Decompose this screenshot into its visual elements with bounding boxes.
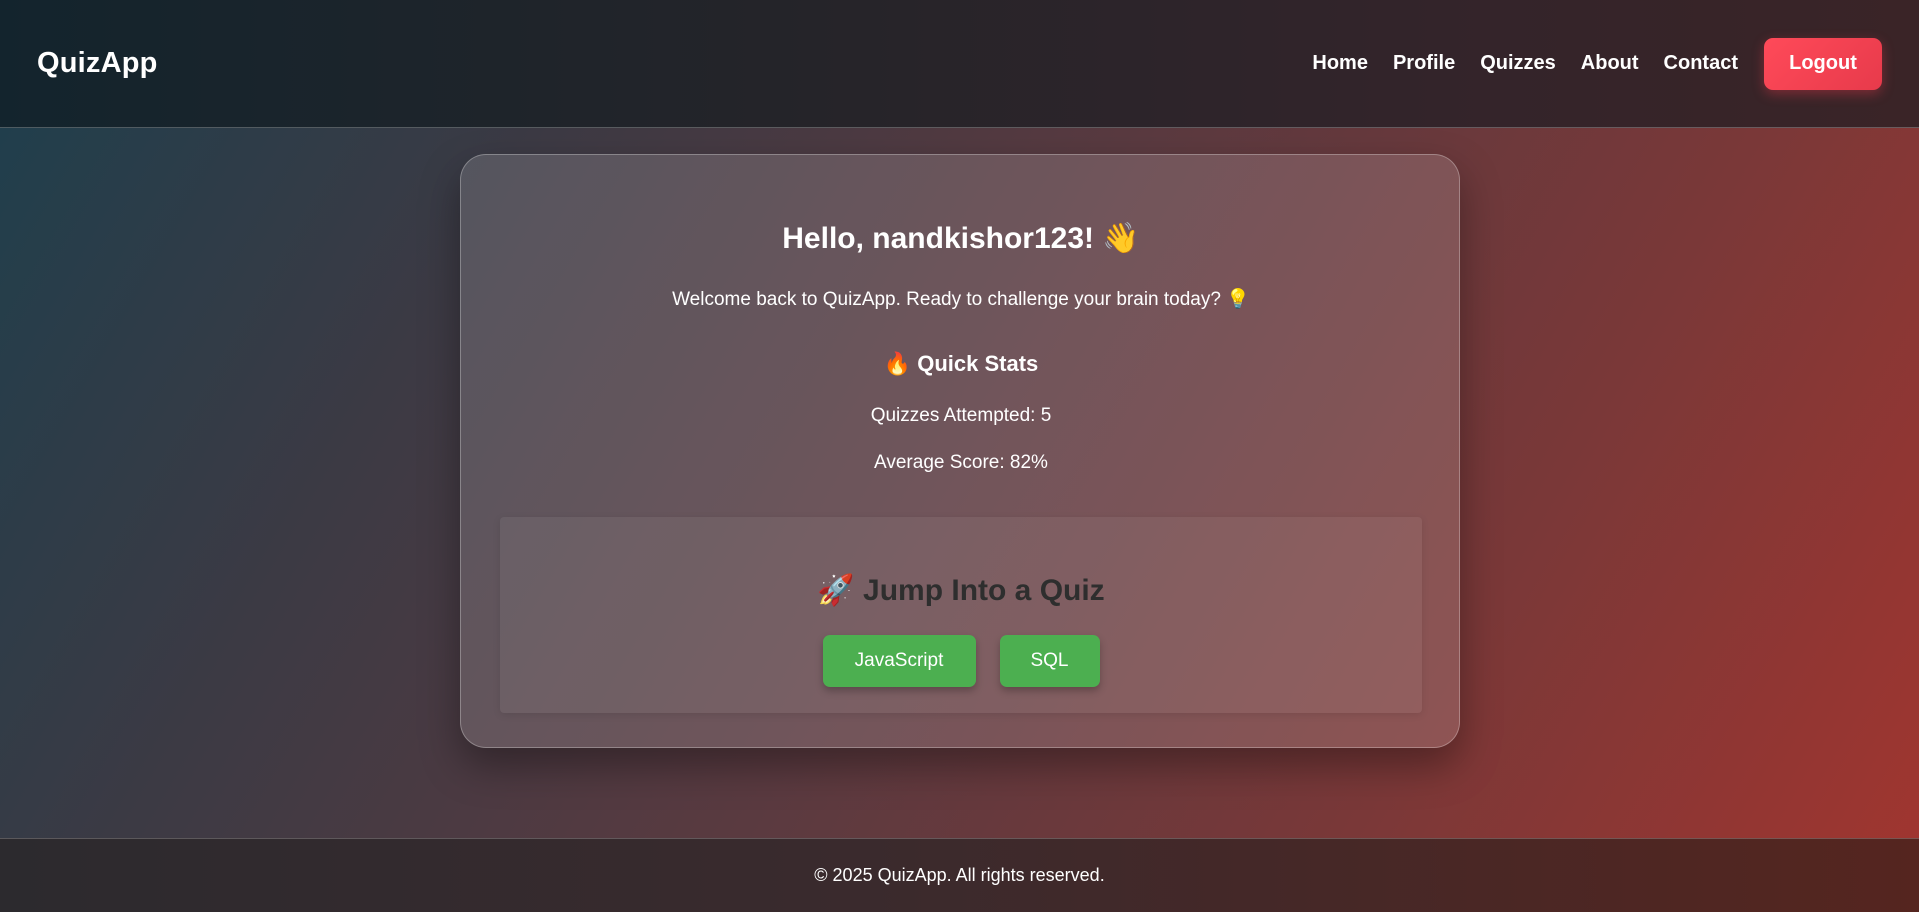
welcome-message: Welcome back to QuizApp. Ready to challe… (461, 287, 1461, 311)
navbar: QuizApp Home Profile Quizzes About Conta… (0, 0, 1919, 128)
nav-link-contact[interactable]: Contact (1664, 52, 1738, 75)
sql-quiz-button[interactable]: SQL (999, 635, 1100, 687)
waving-hand-icon: 👋 (1102, 221, 1140, 256)
jump-into-quiz-heading: 🚀 Jump Into a Quiz (500, 573, 1422, 608)
light-bulb-icon: 💡 (1226, 288, 1250, 310)
quizzes-attempted-stat: Quizzes Attempted: 5 (870, 405, 1052, 426)
rocket-icon: 🚀 (817, 573, 855, 608)
greeting-heading: Hello, nandkishor123! 👋 (461, 221, 1461, 256)
nav-link-about[interactable]: About (1581, 52, 1639, 75)
welcome-text: Welcome back to QuizApp. Ready to challe… (672, 289, 1221, 310)
quiz-buttons: JavaScript SQL (500, 635, 1422, 687)
greeting-text: Hello, nandkishor123! (782, 222, 1095, 255)
nav-link-profile[interactable]: Profile (1393, 52, 1455, 75)
jump-into-quiz-title: Jump Into a Quiz (863, 574, 1105, 607)
nav-link-quizzes[interactable]: Quizzes (1480, 52, 1556, 75)
dashboard-card: Hello, nandkishor123! 👋 Welcome back to … (460, 154, 1460, 748)
copyright-text: © 2025 QuizApp. All rights reserved. (814, 865, 1105, 885)
fire-icon: 🔥 (883, 352, 912, 377)
nav-links: Home Profile Quizzes About Contact Logou… (1312, 37, 1882, 90)
logout-button[interactable]: Logout (1764, 37, 1882, 90)
footer: © 2025 QuizApp. All rights reserved. (0, 838, 1919, 912)
average-score-stat: Average Score: 82% (874, 452, 1048, 473)
javascript-quiz-button[interactable]: JavaScript (822, 635, 976, 687)
quick-stats-title: Quick Stats (917, 351, 1039, 376)
jump-into-quiz-panel: 🚀 Jump Into a Quiz JavaScript SQL (500, 517, 1422, 713)
brand-logo[interactable]: QuizApp (37, 47, 158, 80)
quick-stats-heading: 🔥 Quick Stats (461, 351, 1461, 377)
nav-link-home[interactable]: Home (1312, 52, 1368, 75)
